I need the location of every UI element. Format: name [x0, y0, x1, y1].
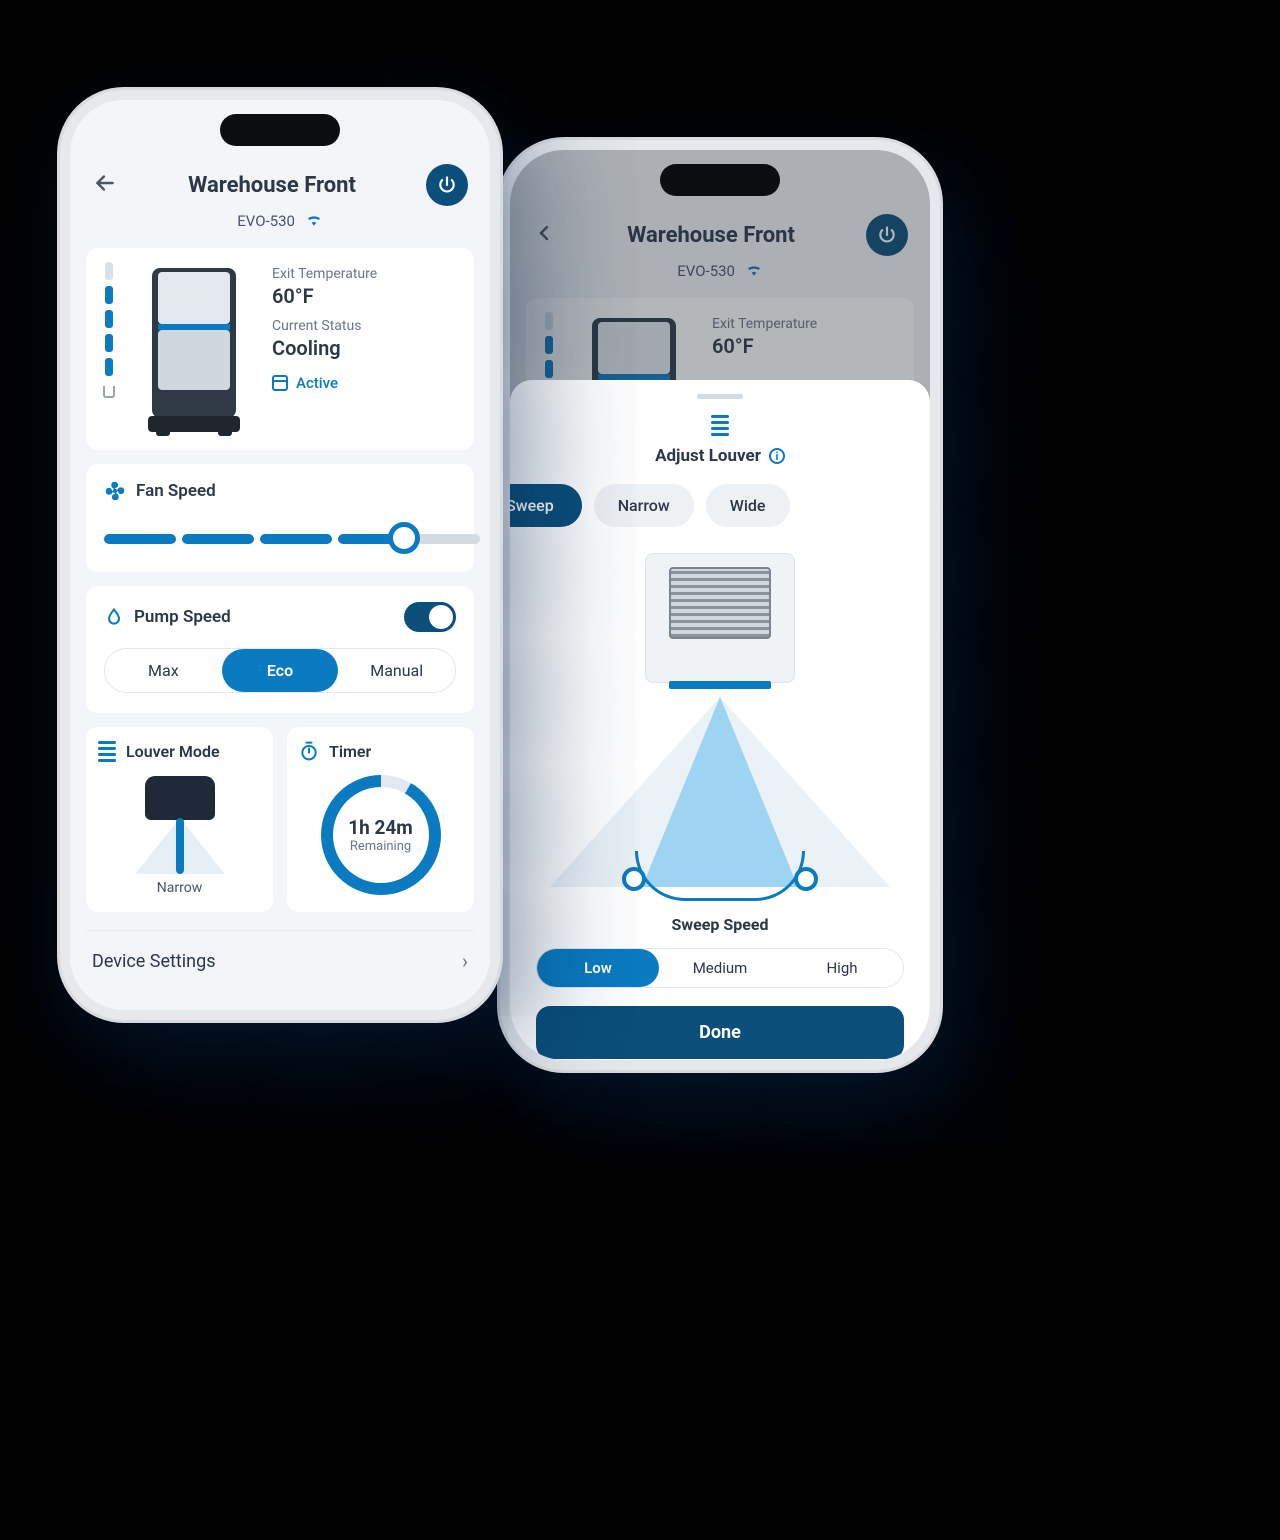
active-label: Active — [296, 374, 338, 392]
pump-toggle[interactable] — [404, 602, 456, 632]
fan-speed-card: Fan Speed — [86, 464, 474, 572]
done-button[interactable]: Done — [536, 1006, 904, 1059]
pump-mode-manual[interactable]: Manual — [338, 649, 455, 692]
louver-mode-value: Narrow — [157, 880, 202, 896]
fan-speed-slider[interactable] — [104, 524, 456, 552]
stopwatch-icon — [299, 741, 319, 761]
pump-mode-options: Max Eco Manual — [104, 648, 456, 693]
louver-mode-card[interactable]: Louver Mode Narrow — [86, 727, 273, 912]
notch — [220, 114, 340, 146]
droplet-icon — [104, 606, 124, 628]
power-button[interactable] — [426, 164, 468, 206]
louver-mode-narrow[interactable]: Narrow — [594, 484, 694, 527]
sweep-handle-right[interactable] — [794, 867, 818, 891]
fan-icon — [104, 480, 126, 502]
wifi-icon — [305, 212, 323, 230]
calendar-icon — [272, 375, 288, 391]
page-title: Warehouse Front — [118, 173, 426, 198]
device-image — [134, 262, 254, 432]
sheet-grabber[interactable] — [697, 394, 743, 399]
sweep-speed-low[interactable]: Low — [537, 949, 659, 987]
exit-temp-label: Exit Temperature — [272, 266, 458, 282]
water-cup-icon — [103, 386, 115, 398]
device-settings-row[interactable]: Device Settings › — [86, 930, 474, 991]
pump-speed-card: Pump Speed Max Eco Manual — [86, 586, 474, 713]
slider-thumb[interactable] — [388, 522, 420, 554]
sweep-visualizer[interactable] — [530, 697, 910, 907]
phone-front: Warehouse Front EVO-530 — [60, 90, 500, 1020]
water-level-indicator — [102, 262, 116, 432]
sweep-speed-options: Low Medium High — [536, 948, 904, 988]
louver-mode-tabs: Sweep Narrow Wide — [510, 484, 910, 527]
louver-mode-label: Louver Mode — [126, 742, 220, 761]
exit-temp-value: 60°F — [272, 284, 458, 308]
chevron-right-icon: › — [462, 949, 468, 973]
sweep-handle-left[interactable] — [622, 867, 646, 891]
timer-label: Timer — [329, 742, 371, 761]
louver-icon — [98, 741, 116, 762]
louver-mode-wide[interactable]: Wide — [706, 484, 790, 527]
sheet-title: Adjust Louver — [655, 446, 761, 466]
timer-value: 1h 24m — [348, 816, 413, 839]
back-button[interactable] — [92, 170, 118, 200]
unit-illustration — [625, 553, 815, 703]
device-settings-label: Device Settings — [92, 951, 216, 972]
notch — [660, 164, 780, 196]
timer-sub: Remaining — [350, 839, 411, 854]
current-status-label: Current Status — [272, 318, 458, 334]
device-model: EVO-530 — [237, 212, 295, 230]
phone-back: Warehouse Front EVO-530 — [500, 140, 940, 1070]
pump-mode-max[interactable]: Max — [105, 649, 222, 692]
info-icon[interactable]: i — [769, 448, 785, 464]
louver-mode-sweep[interactable]: Sweep — [510, 484, 582, 527]
pump-speed-label: Pump Speed — [134, 607, 231, 627]
timer-card[interactable]: Timer 1h 24m Remaining — [287, 727, 474, 912]
schedule-active[interactable]: Active — [272, 374, 458, 392]
status-card: Exit Temperature 60°F Current Status Coo… — [86, 248, 474, 450]
device-model-row: EVO-530 — [92, 212, 468, 230]
sweep-speed-high[interactable]: High — [781, 949, 903, 987]
current-status-value: Cooling — [272, 336, 458, 360]
louver-sheet: Adjust Louver i Sweep Narrow Wide — [510, 380, 930, 1060]
fan-speed-label: Fan Speed — [136, 481, 216, 501]
louver-beam — [135, 818, 225, 874]
pump-mode-eco[interactable]: Eco — [222, 649, 339, 692]
sweep-speed-medium[interactable]: Medium — [659, 949, 781, 987]
louver-device-img — [145, 776, 215, 820]
sweep-speed-label: Sweep Speed — [530, 915, 910, 934]
louver-icon — [530, 415, 910, 436]
timer-ring: 1h 24m Remaining — [321, 775, 441, 895]
